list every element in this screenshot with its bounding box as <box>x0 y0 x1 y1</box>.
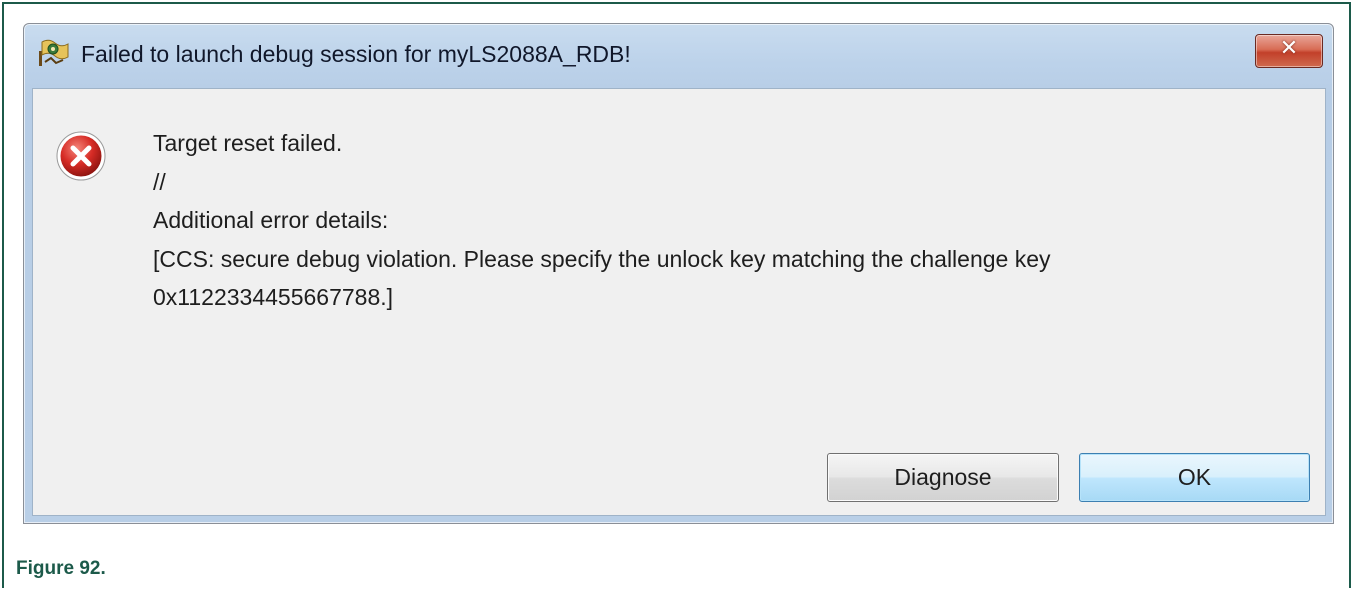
error-icon <box>56 131 106 181</box>
debug-app-icon <box>39 39 69 66</box>
message-line: 0x1122334455667788.] <box>153 284 394 310</box>
message-line: Target reset failed. <box>153 130 343 156</box>
title-bar[interactable]: Failed to launch debug session for myLS2… <box>24 24 1333 88</box>
error-message: Target reset failed. // Additional error… <box>153 124 1051 317</box>
message-line: [CCS: secure debug violation. Please spe… <box>153 245 1051 272</box>
figure-frame: Failed to launch debug session for myLS2… <box>2 2 1351 588</box>
ok-button[interactable]: OK <box>1079 453 1310 502</box>
figure-caption: Figure 92. <box>16 558 106 579</box>
message-line: // <box>153 168 166 195</box>
message-line: Additional error details: <box>153 207 389 233</box>
error-dialog: Failed to launch debug session for myLS2… <box>23 23 1334 524</box>
dialog-content: Target reset failed. // Additional error… <box>32 88 1326 516</box>
dialog-title: Failed to launch debug session for myLS2… <box>81 41 631 67</box>
close-icon: ✕ <box>1279 36 1299 61</box>
diagnose-button[interactable]: Diagnose <box>827 453 1059 502</box>
close-button[interactable]: ✕ <box>1255 34 1323 68</box>
